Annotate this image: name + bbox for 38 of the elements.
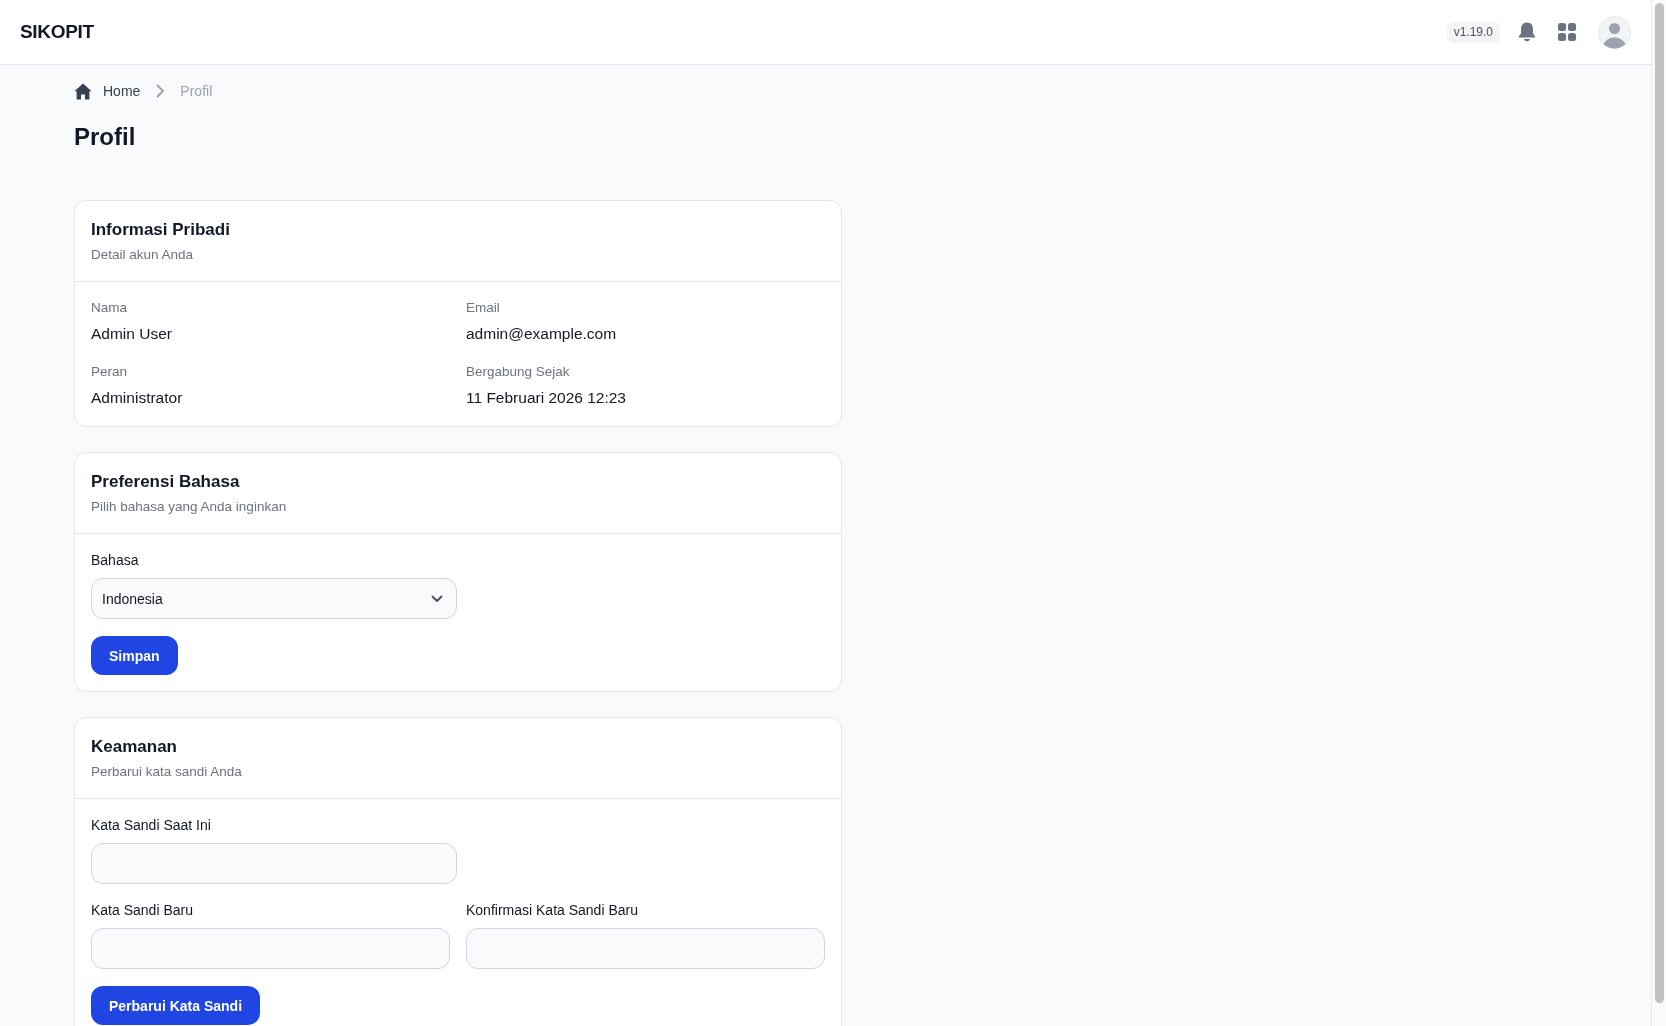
field-label: Bahasa — [91, 551, 140, 570]
password-field[interactable] — [466, 928, 825, 969]
info-value: Administrator — [91, 388, 184, 408]
password-field[interactable] — [91, 843, 457, 884]
app-logo: SIKOPIT — [20, 21, 94, 43]
info-label: Nama — [91, 299, 128, 317]
field-label: Kata Sandi Saat Ini — [91, 816, 212, 835]
field-label: Kata Sandi Baru — [91, 901, 194, 920]
notifications-button[interactable] — [1518, 22, 1536, 42]
info-value: 11 Februari 2026 12:23 — [466, 388, 627, 408]
chevron-down-icon — [431, 594, 443, 603]
save-button[interactable]: Simpan — [91, 636, 178, 675]
version-label: v1.19.0 — [1446, 21, 1500, 43]
avatar-icon[interactable] — [1598, 15, 1631, 49]
breadcrumb-link[interactable]: Home — [103, 83, 141, 99]
breadcrumb-current: Profil — [180, 83, 213, 99]
card-title: Informasi Pribadi — [91, 219, 231, 241]
card-subtitle: Detail akun Anda — [91, 246, 195, 264]
password-field[interactable] — [91, 928, 450, 969]
info-value: Admin User — [91, 324, 173, 344]
chevron-right-icon — [156, 84, 166, 98]
language-select[interactable]: Indonesia — [91, 578, 457, 619]
card-title: Preferensi Bahasa — [91, 471, 241, 493]
field-label: Konfirmasi Kata Sandi Baru — [466, 901, 639, 920]
info-value: admin@example.com — [466, 324, 618, 344]
info-label: Bergabung Sejak — [466, 363, 571, 381]
card-subtitle: Pilih bahasa yang Anda inginkan — [91, 498, 288, 516]
apps-button[interactable] — [1558, 23, 1576, 41]
card-subtitle: Perbarui kata sandi Anda — [91, 763, 243, 781]
home-icon — [74, 82, 92, 100]
bell-icon — [1518, 22, 1536, 42]
scrollbar-thumb[interactable] — [1655, 3, 1664, 1003]
info-label: Peran — [91, 363, 129, 381]
page-title: Profil — [74, 122, 137, 152]
info-label: Email — [466, 299, 501, 317]
update-password-button[interactable]: Perbarui Kata Sandi — [91, 986, 261, 1025]
apps-grid-icon — [1558, 23, 1576, 41]
card-title: Keamanan — [91, 736, 178, 758]
